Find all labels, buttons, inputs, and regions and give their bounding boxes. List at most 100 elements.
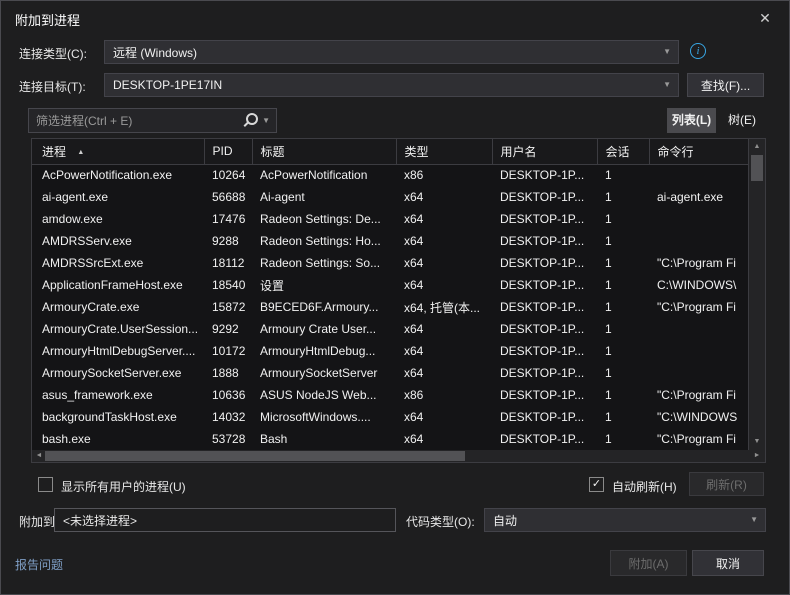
table-row[interactable]: ArmouryCrate.exe15872B9ECED6F.Armoury...… xyxy=(32,296,748,318)
code-type-label: 代码类型(O): xyxy=(406,513,475,530)
auto-refresh-label: 自动刷新(H) xyxy=(612,478,677,495)
cell-process: bash.exe xyxy=(32,428,204,450)
cell-pid: 15872 xyxy=(204,296,252,318)
column-header-title[interactable]: 标题 xyxy=(252,139,396,164)
column-header-cmdline[interactable]: 命令行 xyxy=(649,139,748,164)
scroll-right-icon[interactable]: ► xyxy=(751,450,763,462)
scroll-up-icon[interactable]: ▲ xyxy=(749,140,765,154)
table-row[interactable]: backgroundTaskHost.exe14032MicrosoftWind… xyxy=(32,406,748,428)
list-view-button[interactable]: 列表(L) xyxy=(667,108,716,133)
table-row[interactable]: ArmouryCrate.UserSession...9292Armoury C… xyxy=(32,318,748,340)
cell-title: ASUS NodeJS Web... xyxy=(252,384,396,406)
cell-user: DESKTOP-1P... xyxy=(492,406,597,428)
cell-user: DESKTOP-1P... xyxy=(492,252,597,274)
cell-cmdline xyxy=(649,164,748,186)
table-row[interactable]: AcPowerNotification.exe10264AcPowerNotif… xyxy=(32,164,748,186)
table-row[interactable]: bash.exe53728Bashx64DESKTOP-1P...1"C:\Pr… xyxy=(32,428,748,450)
scroll-down-icon[interactable]: ▼ xyxy=(749,435,765,449)
cell-type: x64 xyxy=(396,428,492,450)
cell-title: 设置 xyxy=(252,274,396,296)
horizontal-scrollbar[interactable]: ◄ ► xyxy=(32,450,765,462)
cell-process: ArmouryCrate.exe xyxy=(32,296,204,318)
cell-type: x64 xyxy=(396,362,492,384)
table-row[interactable]: ApplicationFrameHost.exe18540设置x64DESKTO… xyxy=(32,274,748,296)
tree-view-button[interactable]: 树(E) xyxy=(720,108,764,133)
cell-type: x64 xyxy=(396,340,492,362)
refresh-button[interactable]: 刷新(R) xyxy=(689,472,764,496)
cell-type: x64 xyxy=(396,230,492,252)
attach-to-process-dialog: 附加到进程 ✕ 连接类型(C): 远程 (Windows) ▼ i 连接目标(T… xyxy=(0,0,790,595)
table-row[interactable]: ai-agent.exe56688Ai-agentx64DESKTOP-1P..… xyxy=(32,186,748,208)
cell-title: Bash xyxy=(252,428,396,450)
table-header-row: 进程 ▲ PID 标题 类型 用户名 会话 命令行 xyxy=(32,139,748,164)
cell-title: Radeon Settings: De... xyxy=(252,208,396,230)
cell-user: DESKTOP-1P... xyxy=(492,208,597,230)
cell-process: amdow.exe xyxy=(32,208,204,230)
process-table-body: AcPowerNotification.exe10264AcPowerNotif… xyxy=(32,164,748,450)
cell-process: backgroundTaskHost.exe xyxy=(32,406,204,428)
connection-target-label: 连接目标(T): xyxy=(19,78,86,95)
column-header-process[interactable]: 进程 ▲ xyxy=(32,139,204,164)
cell-user: DESKTOP-1P... xyxy=(492,296,597,318)
auto-refresh-checkbox[interactable]: ✓ xyxy=(589,477,604,492)
cell-session: 1 xyxy=(597,362,649,384)
report-problem-link[interactable]: 报告问题 xyxy=(15,556,63,573)
cell-cmdline: C:\WINDOWS\ xyxy=(649,274,748,296)
code-type-select[interactable]: 自动 ▼ xyxy=(484,508,766,532)
cell-user: DESKTOP-1P... xyxy=(492,428,597,450)
cell-title: Armoury Crate User... xyxy=(252,318,396,340)
column-header-user[interactable]: 用户名 xyxy=(492,139,597,164)
cell-pid: 1888 xyxy=(204,362,252,384)
table-row[interactable]: AMDRSSrcExt.exe18112Radeon Settings: So.… xyxy=(32,252,748,274)
vertical-scrollbar[interactable]: ▲ ▼ xyxy=(748,139,765,450)
column-header-type[interactable]: 类型 xyxy=(396,139,492,164)
connection-target-select[interactable]: DESKTOP-1PE17IN ▼ xyxy=(104,73,679,97)
cell-type: x64, 托管(本... xyxy=(396,296,492,318)
vertical-scrollbar-thumb[interactable] xyxy=(751,155,763,181)
cell-process: ArmourySocketServer.exe xyxy=(32,362,204,384)
filter-input[interactable] xyxy=(29,114,244,128)
dialog-title: 附加到进程 xyxy=(15,10,80,29)
chevron-down-icon[interactable]: ▼ xyxy=(262,116,270,125)
cell-pid: 14032 xyxy=(204,406,252,428)
search-icon[interactable] xyxy=(246,113,258,125)
process-table: 进程 ▲ PID 标题 类型 用户名 会话 命令行 AcPowerNotific… xyxy=(31,138,766,463)
attach-button[interactable]: 附加(A) xyxy=(610,550,687,576)
cancel-button[interactable]: 取消 xyxy=(692,550,764,576)
cell-user: DESKTOP-1P... xyxy=(492,362,597,384)
cell-user: DESKTOP-1P... xyxy=(492,230,597,252)
cell-title: Radeon Settings: Ho... xyxy=(252,230,396,252)
show-all-users-checkbox[interactable]: ✓ xyxy=(38,477,53,492)
table-row[interactable]: asus_framework.exe10636ASUS NodeJS Web..… xyxy=(32,384,748,406)
column-header-pid[interactable]: PID xyxy=(204,139,252,164)
cell-session: 1 xyxy=(597,296,649,318)
cell-pid: 17476 xyxy=(204,208,252,230)
info-icon[interactable]: i xyxy=(690,43,706,59)
table-row[interactable]: ArmouryHtmlDebugServer....10172ArmouryHt… xyxy=(32,340,748,362)
table-row[interactable]: ArmourySocketServer.exe1888ArmourySocket… xyxy=(32,362,748,384)
table-row[interactable]: amdow.exe17476Radeon Settings: De...x64D… xyxy=(32,208,748,230)
attach-to-field[interactable]: <未选择进程> xyxy=(54,508,396,532)
cell-cmdline: "C:\Program Fi xyxy=(649,428,748,450)
cell-session: 1 xyxy=(597,164,649,186)
cell-type: x64 xyxy=(396,252,492,274)
close-button[interactable]: ✕ xyxy=(753,6,777,30)
table-row[interactable]: AMDRSServ.exe9288Radeon Settings: Ho...x… xyxy=(32,230,748,252)
cell-process: AMDRSServ.exe xyxy=(32,230,204,252)
cell-user: DESKTOP-1P... xyxy=(492,274,597,296)
cell-type: x64 xyxy=(396,318,492,340)
cell-process: ArmouryCrate.UserSession... xyxy=(32,318,204,340)
cell-user: DESKTOP-1P... xyxy=(492,318,597,340)
scroll-left-icon[interactable]: ◄ xyxy=(33,450,45,462)
close-icon: ✕ xyxy=(759,10,771,26)
horizontal-scrollbar-thumb[interactable] xyxy=(45,451,465,461)
connection-type-select[interactable]: 远程 (Windows) ▼ xyxy=(104,40,679,64)
column-header-session[interactable]: 会话 xyxy=(597,139,649,164)
cell-session: 1 xyxy=(597,274,649,296)
cell-session: 1 xyxy=(597,318,649,340)
find-button[interactable]: 查找(F)... xyxy=(687,73,764,97)
cell-process: asus_framework.exe xyxy=(32,384,204,406)
cell-title: ArmouryHtmlDebug... xyxy=(252,340,396,362)
cell-type: x64 xyxy=(396,186,492,208)
cell-pid: 56688 xyxy=(204,186,252,208)
